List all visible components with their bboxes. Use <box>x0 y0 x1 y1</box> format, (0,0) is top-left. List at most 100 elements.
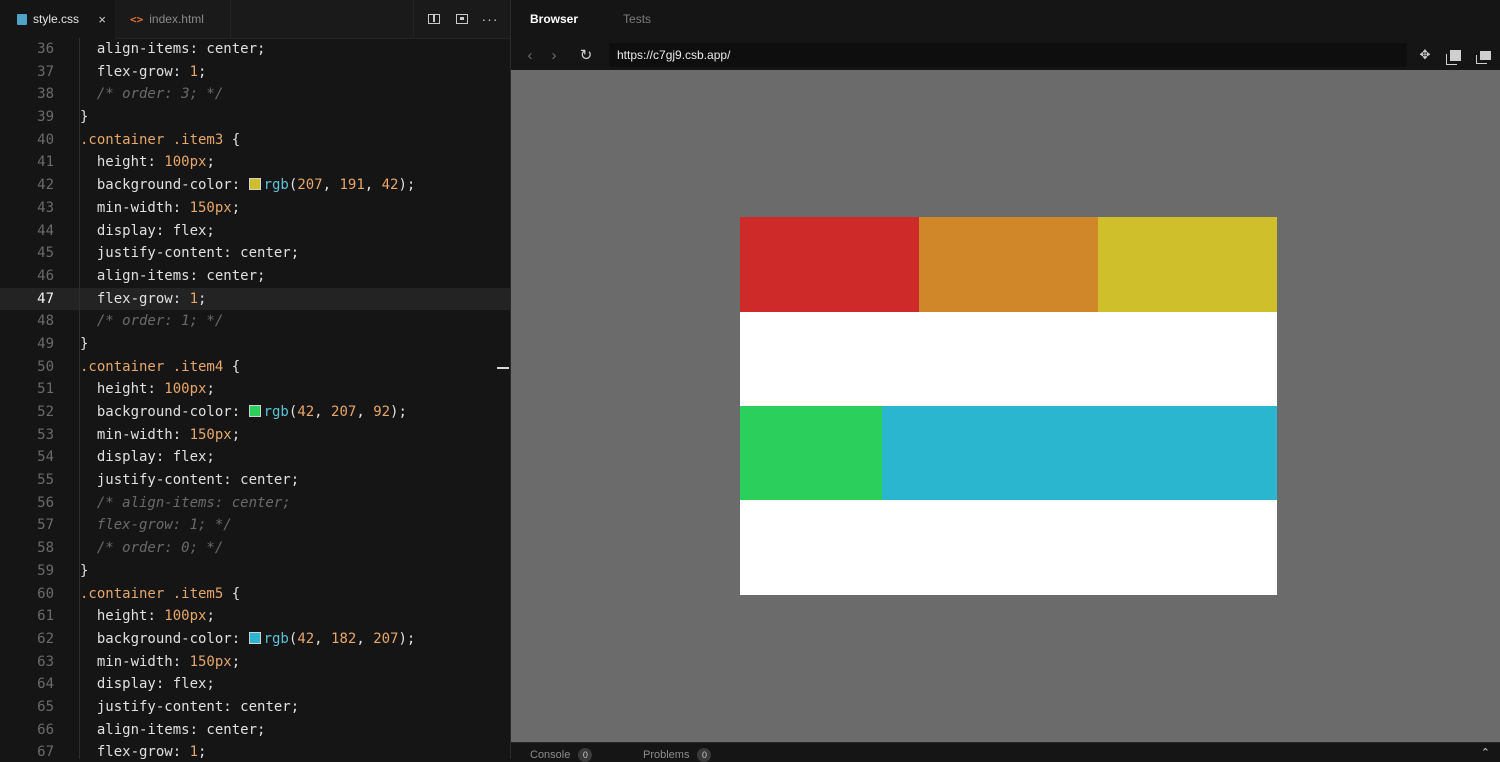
code-text: background-color: rgb(207, 191, 42); <box>80 174 416 197</box>
code-token: 42 <box>297 404 315 420</box>
code-line[interactable]: 49} <box>0 332 510 356</box>
code-line[interactable]: 58 /* order: 0; */ <box>0 537 510 560</box>
copy-icon <box>1449 49 1461 61</box>
code-token: ); <box>390 404 407 420</box>
code-line[interactable]: 61 height: 100px; <box>0 605 510 628</box>
code-editor: style.css × <> index.html ··· 36 align-i… <box>0 0 510 759</box>
code-token: flex-grow: 1; */ <box>80 517 232 534</box>
url-bar[interactable]: https://c7gj9.csb.app/ <box>609 43 1407 67</box>
code-token: rgb <box>263 630 289 647</box>
line-number: 67 <box>37 744 54 759</box>
resize-handle[interactable] <box>497 367 509 369</box>
more-actions-button[interactable]: ··· <box>476 7 504 31</box>
code-line[interactable]: 47 flex-grow: 1; <box>0 287 510 311</box>
code-token: 100px <box>164 608 207 625</box>
code-line[interactable]: 66 align-items: center; <box>0 718 510 742</box>
code-line[interactable]: 52 background-color: rgb(42, 207, 92); <box>0 401 510 424</box>
code-line[interactable]: 62 background-color: rgb(42, 182, 207); <box>0 627 510 651</box>
code-line[interactable]: 60 .container .item5 { <box>0 582 510 606</box>
code-token: } <box>80 109 89 126</box>
code-line[interactable]: 45 justify-content: center; <box>0 242 510 265</box>
tab-browser[interactable]: Browser <box>530 12 578 26</box>
color-swatch[interactable] <box>248 405 261 417</box>
code-line[interactable]: 55 justify-content: center; <box>0 469 510 492</box>
code-line[interactable]: 40 .container .item3 { <box>0 128 510 152</box>
chevron-up-icon[interactable]: ⌃ <box>1481 746 1490 759</box>
code-text: /* order: 1; */ <box>80 310 223 333</box>
code-text: align-items: center; <box>80 265 266 288</box>
code-line[interactable]: 51 height: 100px; <box>0 378 510 401</box>
code-line[interactable]: 48 /* order: 1; */ <box>0 310 510 333</box>
code-text: /* order: 0; */ <box>80 537 223 560</box>
tab-tests[interactable]: Tests <box>623 12 651 26</box>
tab-style-css[interactable]: style.css × <box>0 0 115 39</box>
problems-tab[interactable]: Problems 0 <box>643 748 712 762</box>
open-new-window-button[interactable] <box>1470 40 1500 70</box>
code-token: 150px <box>189 653 232 670</box>
code-token: 182 <box>331 630 357 647</box>
code-text: justify-content: center; <box>80 469 299 492</box>
code-line[interactable]: 67 flex-grow: 1; <box>0 741 510 759</box>
code-line[interactable]: 39} <box>0 106 510 129</box>
code-line[interactable]: 64 display: flex; <box>0 673 510 696</box>
code-line[interactable]: 43 min-width: 150px; <box>0 196 510 220</box>
code-line[interactable]: 46 align-items: center; <box>0 264 510 288</box>
code-area[interactable]: 36 align-items: center; 37 flex-grow: 1; 3… <box>0 38 510 759</box>
close-icon[interactable]: × <box>98 12 106 27</box>
line-number: 65 <box>37 698 54 715</box>
back-button[interactable]: ‹ <box>518 47 542 64</box>
code-token: : center; <box>223 698 300 715</box>
open-preview-button[interactable] <box>448 7 476 31</box>
code-line[interactable]: 54 display: flex; <box>0 446 510 470</box>
code-token: display <box>80 449 156 466</box>
line-number: 48 <box>37 313 54 330</box>
browser-tab-bar: Browser Tests <box>511 0 1500 38</box>
code-line[interactable]: 65 justify-content: center; <box>0 695 510 719</box>
split-view-icon <box>428 14 440 24</box>
code-token: : <box>172 744 190 759</box>
code-line[interactable]: 57 flex-grow: 1; */ <box>0 514 510 538</box>
console-tab[interactable]: Console 0 <box>530 748 593 762</box>
code-token: .container .item3 <box>80 131 224 148</box>
code-line[interactable]: 59} <box>0 559 510 583</box>
code-token: align-items <box>80 267 190 284</box>
code-line[interactable]: 42 background-color: rgb(207, 191, 42); <box>0 174 510 197</box>
code-line[interactable]: 63 min-width: 150px; <box>0 650 510 674</box>
color-swatch[interactable] <box>248 631 261 644</box>
line-number: 36 <box>37 41 54 57</box>
code-line[interactable]: 56 /* align-items: center; <box>0 491 510 515</box>
code-token: rgb <box>263 177 289 194</box>
code-token: , <box>322 177 340 194</box>
line-number: 52 <box>37 404 54 420</box>
code-text: flex-grow: 1; */ <box>80 514 232 537</box>
split-editor-button[interactable] <box>420 7 448 31</box>
code-token: flex-grow <box>80 744 173 759</box>
responsive-view-button[interactable]: ✥ <box>1410 40 1440 70</box>
code-token: : center; <box>223 245 300 262</box>
forward-button[interactable]: › <box>542 47 566 64</box>
code-line[interactable]: 38 /* order: 3; */ <box>0 83 510 107</box>
code-token: ; <box>206 154 215 171</box>
code-token: : <box>172 426 190 443</box>
code-text: height: 100px; <box>80 605 215 628</box>
code-line[interactable]: 41 height: 100px; <box>0 151 510 175</box>
code-token: 42 <box>297 630 315 647</box>
item1-block <box>740 217 919 312</box>
code-line[interactable]: 37 flex-grow: 1; <box>0 60 510 84</box>
line-number: 58 <box>37 540 54 557</box>
copy-button[interactable] <box>1440 40 1470 70</box>
code-line[interactable]: 53 min-width: 150px; <box>0 423 510 447</box>
code-line[interactable]: 36 align-items: center; <box>0 38 510 61</box>
code-text: justify-content: center; <box>80 242 299 265</box>
code-token: 207 <box>373 630 399 647</box>
reload-button[interactable]: ↻ <box>574 46 598 64</box>
code-line[interactable]: 44 display: flex; <box>0 219 510 243</box>
preview-viewport <box>511 70 1500 742</box>
tab-index-html[interactable]: <> index.html <box>115 0 231 38</box>
code-token: 1 <box>189 290 199 307</box>
flex-container <box>740 217 1277 595</box>
code-line[interactable]: 50 .container .item4 { <box>0 355 510 379</box>
code-text: background-color: rgb(42, 207, 92); <box>80 401 407 424</box>
window-icon <box>1479 50 1491 60</box>
color-swatch[interactable] <box>248 178 261 191</box>
